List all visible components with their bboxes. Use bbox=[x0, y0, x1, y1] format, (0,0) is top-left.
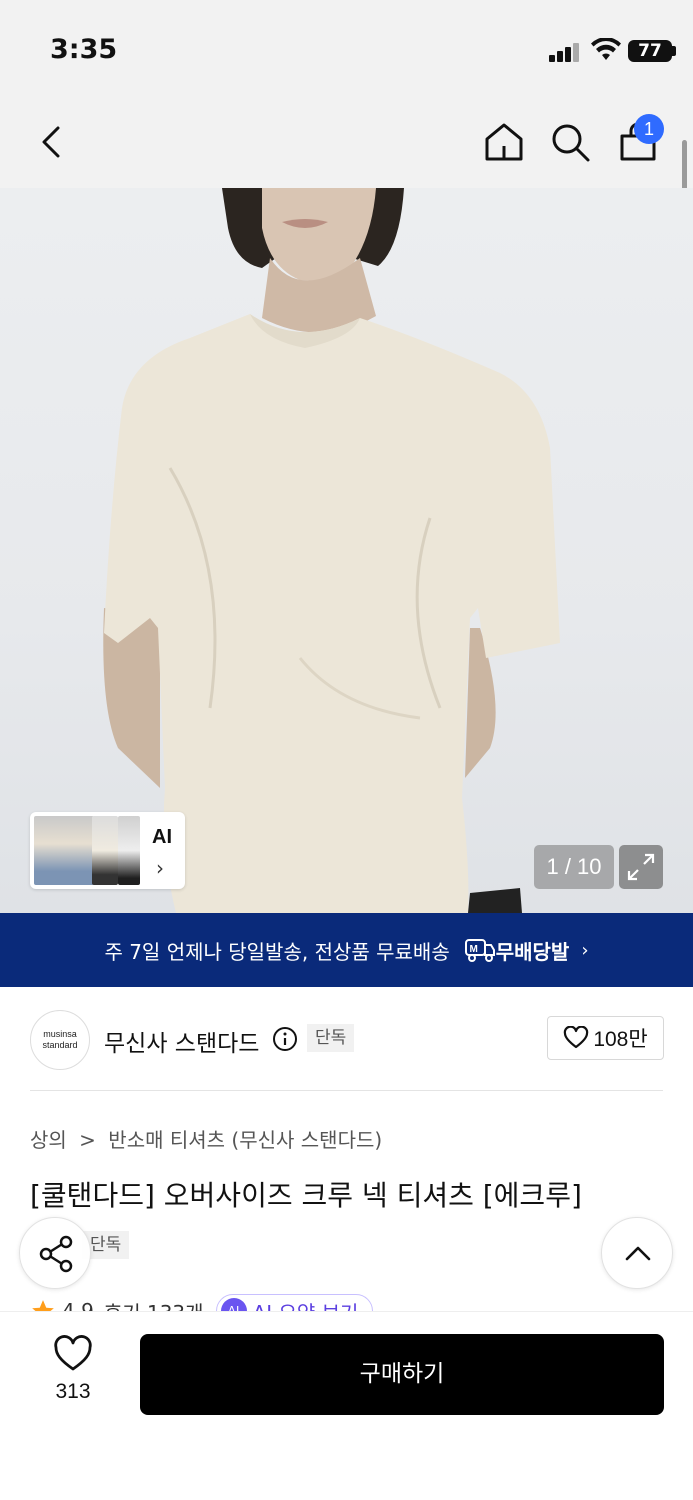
ai-icon: AI bbox=[220, 1298, 247, 1312]
thumbnail-image-1 bbox=[34, 816, 94, 885]
ai-summary-button[interactable]: AI AI 요약 보기 bbox=[215, 1294, 374, 1313]
product-photo bbox=[103, 188, 560, 913]
brand-logo[interactable]: musinsa standard bbox=[30, 1010, 90, 1070]
top-nav-bar bbox=[0, 100, 693, 188]
back-arrow-icon[interactable] bbox=[28, 118, 76, 166]
star-icon bbox=[32, 1300, 54, 1312]
status-bar: 3:35 77 bbox=[0, 0, 693, 100]
brand-name[interactable]: 무신사 스탠다드 bbox=[104, 1024, 259, 1058]
status-time: 3:35 bbox=[50, 34, 118, 65]
battery-cap bbox=[672, 46, 676, 56]
brand-like-button[interactable]: 108만 bbox=[547, 1016, 664, 1060]
buy-button[interactable]: 구매하기 bbox=[140, 1334, 664, 1415]
rating-row: 4.9 후기 133개 AI AI 요약 보기 bbox=[30, 1290, 410, 1312]
exclusive-badge: 단독 bbox=[307, 1024, 355, 1052]
product-title: [쿨탠다드] 오버사이즈 크루 넥 티셔츠 [에크루] bbox=[30, 1179, 582, 1212]
ai-summary-label: AI 요약 보기 bbox=[253, 1297, 359, 1313]
cellular-signal-icon bbox=[549, 42, 581, 62]
image-page-counter: 1 / 10 bbox=[534, 845, 614, 889]
thumbnail-image-3 bbox=[118, 816, 140, 885]
wishlist-heart-icon[interactable] bbox=[52, 1334, 94, 1374]
wifi-icon bbox=[591, 38, 621, 60]
brand-logo-line1: musinsa bbox=[43, 1029, 77, 1039]
home-icon[interactable] bbox=[480, 118, 528, 166]
search-icon[interactable] bbox=[546, 118, 594, 166]
product-image-gallery[interactable] bbox=[0, 188, 693, 913]
battery-indicator: 77 bbox=[628, 40, 672, 62]
review-count[interactable]: 후기 133개 bbox=[104, 1297, 204, 1313]
breadcrumb-separator-icon: > bbox=[79, 1128, 96, 1152]
info-icon[interactable] bbox=[272, 1026, 298, 1052]
brand-row: musinsa standard 무신사 스탠다드 단독 108만 bbox=[0, 1010, 693, 1070]
cart-count-badge: 1 bbox=[634, 114, 664, 144]
free-shipping-banner[interactable]: 주 7일 언제나 당일발송, 전상품 무료배송 M 무배당발 › bbox=[0, 913, 693, 987]
delivery-truck-icon: M bbox=[464, 939, 495, 962]
section-divider bbox=[30, 1090, 663, 1091]
brand-like-count: 108만 bbox=[593, 1028, 648, 1051]
breadcrumb-item[interactable]: 상의 bbox=[30, 1128, 67, 1152]
breadcrumb: 상의 > 반소매 티셔츠 (무신사 스탠다드) bbox=[30, 1124, 388, 1153]
brand-logo-line2: standard bbox=[42, 1040, 78, 1050]
chevron-right-icon: › bbox=[581, 939, 589, 961]
chevron-right-icon[interactable]: › bbox=[156, 856, 164, 880]
thumbnail-image-2 bbox=[92, 816, 118, 885]
scroll-to-top-button[interactable] bbox=[601, 1217, 673, 1289]
breadcrumb-item[interactable]: 반소매 티셔츠 (무신사 스탠다드) bbox=[108, 1128, 382, 1152]
wishlist-count: 313 bbox=[55, 1380, 91, 1403]
heart-outline-icon bbox=[564, 1026, 589, 1049]
expand-fullscreen-icon[interactable] bbox=[619, 845, 663, 889]
promo-logo-text: 무배당발 bbox=[495, 939, 570, 964]
share-button[interactable] bbox=[19, 1217, 91, 1289]
promo-text: 주 7일 언제나 당일발송, 전상품 무료배송 bbox=[104, 939, 450, 964]
svg-text:M: M bbox=[469, 944, 477, 955]
chevron-up-icon bbox=[625, 1246, 651, 1261]
ai-label[interactable]: AI bbox=[152, 826, 172, 849]
promo-logo: M 무배당발 bbox=[464, 936, 570, 965]
share-icon bbox=[39, 1235, 73, 1273]
